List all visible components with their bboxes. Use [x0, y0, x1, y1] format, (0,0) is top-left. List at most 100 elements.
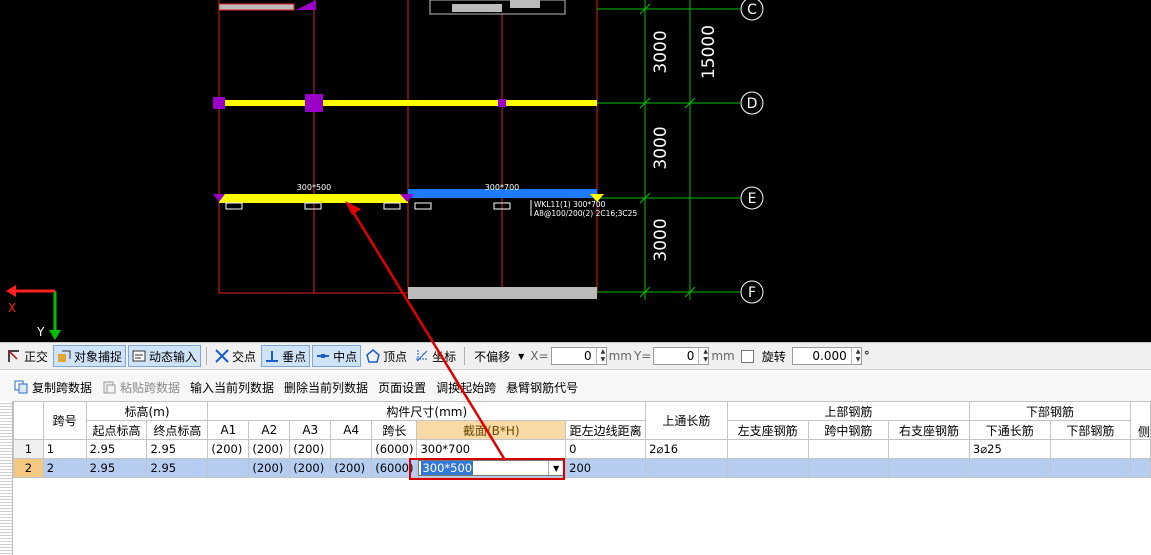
cell-side[interactable] [1130, 439, 1151, 459]
cell-a3[interactable]: (200) [289, 458, 332, 478]
cell-side[interactable] [1130, 458, 1151, 478]
y-spinner[interactable]: ▲ ▼ [698, 348, 708, 364]
paste-span-data-button[interactable]: 粘贴跨数据 [102, 379, 180, 396]
cell-left-support-bar[interactable] [726, 439, 809, 459]
header-right-support-bar: 右支座钢筋 [888, 420, 970, 440]
snap-perpendicular[interactable]: 垂点 [261, 345, 311, 367]
ortho-toggle[interactable]: 正交 [4, 346, 51, 366]
header-member-size: 构件尺寸(mm) [207, 401, 647, 421]
row-number[interactable]: 2 [13, 458, 44, 478]
ortho-icon [7, 349, 21, 363]
beam-note-1: WKL11(1) 300*700 [534, 200, 606, 209]
cell-a1[interactable] [207, 458, 250, 478]
page-setup-label: 页面设置 [378, 380, 427, 395]
swap-start-span-button[interactable]: 调换起始跨 [436, 379, 496, 396]
cell-end-elevation[interactable]: 2.95 [146, 458, 209, 478]
cell-bottom-through-bar[interactable]: 3⌀25 [968, 439, 1051, 459]
cell-mid-span-bar[interactable] [807, 458, 890, 478]
rotate-input[interactable]: 0.000 ▲ ▼ [791, 347, 862, 365]
cell-span-length[interactable]: (6000) [371, 439, 418, 459]
dim-text-2: 3000 [651, 126, 671, 169]
snap-vertex[interactable]: 顶点 [363, 346, 410, 366]
cell-a4[interactable] [330, 439, 373, 459]
header-span: 跨号 [42, 401, 87, 440]
corner-header [13, 401, 44, 440]
delete-column-data-label: 删除当前列数据 [284, 380, 369, 395]
cell-end-elevation[interactable]: 2.95 [146, 439, 209, 459]
cell-bottom-bar[interactable] [1049, 439, 1132, 459]
cell-section[interactable]: 300*700 [416, 439, 567, 459]
page-setup-button[interactable]: 页面设置 [378, 379, 426, 396]
dynamic-input-label: 动态输入 [149, 349, 198, 364]
object-snap-toggle[interactable]: 对象捕捉 [53, 345, 127, 367]
header-elevation: 标高(m) [85, 401, 209, 421]
offset-dropdown[interactable]: 不偏移 ▼ [470, 347, 528, 365]
beam-d[interactable] [219, 100, 597, 106]
cad-drawing: C D E F 3000 3000 3000 15000 300*500 300… [6, 0, 764, 340]
wall-f[interactable] [408, 287, 597, 299]
dim-text-total: 15000 [699, 25, 719, 79]
vertex-label: 顶点 [383, 349, 408, 364]
rotate-checkbox[interactable] [740, 349, 754, 363]
rotate-spinner[interactable]: ▲ ▼ [850, 348, 861, 364]
table-row[interactable]: 1 1 2.95 2.95 (200) (200) (200) (6000) 3… [13, 439, 1151, 459]
column-d3[interactable] [498, 99, 506, 107]
cell-left-edge-distance[interactable]: 200 [565, 458, 647, 478]
cantilever-rebar-code-button[interactable]: 悬臂钢筋代号 [506, 379, 578, 396]
table-row[interactable]: 2 2 2.95 2.95 (200) (200) (200) (6000) 3… [13, 458, 1151, 478]
column-d1[interactable] [213, 97, 225, 109]
cell-start-elevation[interactable]: 2.95 [85, 439, 148, 459]
header-lower-rebar: 下部钢筋 [968, 401, 1132, 421]
dynamic-input-toggle[interactable]: 动态输入 [128, 345, 202, 367]
x-spinner[interactable]: ▲ ▼ [595, 348, 606, 364]
beam-e-span1[interactable] [219, 194, 408, 203]
y-input[interactable]: 0 ▲ ▼ [653, 347, 710, 365]
x-input[interactable]: 0 ▲ ▼ [550, 347, 607, 365]
snap-intersection[interactable]: 交点 [212, 346, 259, 366]
cell-mid-span-bar[interactable] [807, 439, 890, 459]
cell-right-support-bar[interactable] [888, 439, 970, 459]
header-a3: A3 [289, 420, 332, 440]
delete-column-data-button[interactable]: 删除当前列数据 [284, 379, 368, 396]
column-d2[interactable] [305, 94, 323, 112]
cell-a2[interactable]: (200) [248, 439, 291, 459]
snap-coordinate[interactable]: 坐标 [412, 346, 459, 366]
cell-top-through-bar[interactable] [645, 458, 728, 478]
highlight-box [409, 458, 565, 480]
axis-label-c: C [747, 2, 757, 18]
separator [464, 347, 466, 365]
cell-span[interactable]: 1 [42, 439, 87, 459]
chevron-down-icon: ▼ [518, 351, 525, 361]
cell-span[interactable]: 2 [42, 458, 87, 478]
cell-left-edge-distance[interactable]: 0 [565, 439, 647, 459]
table-toolbar: 复制跨数据 粘贴跨数据 输入当前列数据 删除当前列数据 页面设置 调换起始跨 悬… [0, 373, 1151, 401]
input-column-data-button[interactable]: 输入当前列数据 [190, 379, 274, 396]
degree-unit: ° [863, 349, 870, 363]
perpendicular-icon [265, 349, 279, 363]
separator [206, 347, 208, 365]
copy-icon [14, 380, 28, 394]
header-bottom-bar: 下部钢筋 [1049, 420, 1132, 440]
header-side-label: 侧 [1138, 425, 1151, 439]
cell-start-elevation[interactable]: 2.95 [85, 458, 148, 478]
cell-bottom-bar[interactable] [1049, 458, 1132, 478]
header-section: 截面(B*H) [416, 420, 567, 440]
cell-a2[interactable]: (200) [248, 458, 291, 478]
cell-top-through-bar[interactable]: 2⌀16 [645, 439, 728, 459]
cad-viewport[interactable]: C D E F 3000 3000 3000 15000 300*500 300… [0, 0, 1151, 342]
header-end-elevation: 终点标高 [146, 420, 209, 440]
cantilever-rebar-code-label: 悬臂钢筋代号 [506, 380, 579, 395]
cell-right-support-bar[interactable] [888, 458, 970, 478]
cell-a3[interactable]: (200) [289, 439, 332, 459]
row-number[interactable]: 1 [13, 439, 44, 459]
cell-left-support-bar[interactable] [726, 458, 809, 478]
rotate-label: 旋转 [761, 349, 786, 364]
snap-midpoint[interactable]: 中点 [312, 345, 362, 367]
cell-a4[interactable]: (200) [330, 458, 373, 478]
x-label: X= [530, 349, 549, 363]
perpendicular-label: 垂点 [282, 349, 307, 364]
cell-bottom-through-bar[interactable] [968, 458, 1051, 478]
cell-a1[interactable]: (200) [207, 439, 250, 459]
copy-span-data-button[interactable]: 复制跨数据 [14, 379, 92, 396]
object-snap-label: 对象捕捉 [74, 349, 123, 364]
